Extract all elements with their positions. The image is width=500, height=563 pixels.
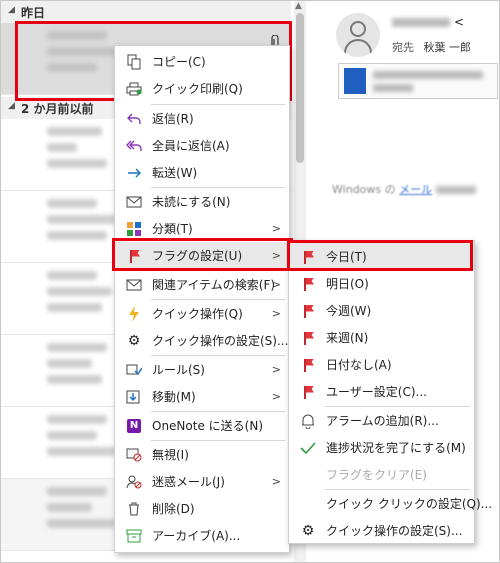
quick-step-icon [125, 305, 143, 323]
submenu-item-quick-steps-settings[interactable]: ⚙ クイック操作の設定(S)... [289, 517, 474, 544]
context-menu: コピー(C) クイック印刷(Q) 返信(R) 全員に返信(A) 転送(W) 未読… [114, 45, 290, 553]
submenu-item-custom[interactable]: ユーザー設定(C)... [289, 378, 474, 405]
group-label: 2 か月前以前 [21, 101, 94, 116]
menu-item-onenote[interactable]: N OneNote に送る(N) [115, 412, 289, 439]
sender: < [392, 15, 464, 29]
outlook-window: ◢ 昨日 ◢ 2 か月前以前 ▲ < 宛先 秋葉 一郎 Windows の メー… [0, 0, 500, 563]
submenu-item-no-date[interactable]: 日付なし(A) [289, 351, 474, 378]
menu-item-forward[interactable]: 転送(W) [115, 159, 289, 186]
flag-icon [299, 329, 317, 347]
chevron-down-icon: ◢ [8, 5, 15, 15]
to-label: 宛先 [392, 41, 414, 54]
chevron-down-icon: ◢ [8, 101, 15, 111]
menu-item-move[interactable]: 移動(M) > [115, 383, 289, 410]
menu-item-reply-all[interactable]: 全員に返信(A) [115, 132, 289, 159]
flag-icon [299, 248, 317, 266]
flag-icon [299, 275, 317, 293]
chevron-right-icon: > [271, 278, 281, 291]
submenu-item-today[interactable]: 今日(T) [289, 243, 474, 270]
reply-icon [125, 110, 143, 128]
menu-item-quick-steps[interactable]: クイック操作(Q) > [115, 300, 289, 327]
message-body: Windows の メール [332, 181, 476, 197]
menu-item-junk[interactable]: 迷惑メール(J) > [115, 468, 289, 495]
sender-suffix: < [454, 15, 465, 29]
image-thumbnail-icon [344, 68, 366, 94]
attachment-card[interactable] [338, 63, 498, 99]
junk-icon [125, 473, 143, 491]
submenu-item-add-reminder[interactable]: アラームの追加(R)... [289, 407, 474, 434]
chevron-right-icon: > [271, 390, 281, 403]
menu-item-reply[interactable]: 返信(R) [115, 105, 289, 132]
mail-icon [125, 193, 143, 211]
submenu-item-quick-click-settings[interactable]: クイック クリックの設定(Q)... [289, 490, 492, 517]
flag-icon [125, 247, 143, 265]
copy-icon [125, 53, 143, 71]
to-name: 秋葉 一郎 [423, 41, 472, 54]
move-icon [125, 388, 143, 406]
chevron-right-icon: > [271, 222, 281, 235]
menu-item-find-related[interactable]: 関連アイテムの検索(F) > [115, 271, 289, 298]
body-link[interactable]: メール [399, 183, 432, 196]
menu-item-mark-unread[interactable]: 未読にする(N) [115, 188, 289, 215]
gear-icon: ⚙ [301, 522, 315, 539]
print-icon [125, 80, 143, 98]
submenu-item-tomorrow[interactable]: 明日(O) [289, 270, 474, 297]
onenote-icon: N [125, 417, 143, 435]
menu-item-quick-print[interactable]: クイック印刷(Q) [115, 75, 289, 102]
flag-submenu: 今日(T) 明日(O) 今週(W) 来週(N) 日付なし(A) ユーザー設定(C… [288, 240, 492, 544]
flag-icon [299, 383, 317, 401]
submenu-item-next-week[interactable]: 来週(N) [289, 324, 474, 351]
forward-icon [125, 164, 143, 182]
recipient-line: 宛先 秋葉 一郎 [392, 39, 471, 55]
gear-icon: ⚙ [127, 332, 141, 349]
chevron-right-icon: > [271, 307, 281, 320]
menu-item-delete[interactable]: 削除(D) [115, 495, 289, 522]
reply-all-icon [125, 137, 143, 155]
body-prefix: Windows の [332, 183, 396, 196]
submenu-item-clear-flag[interactable]: フラグをクリア(E) [289, 461, 474, 488]
menu-item-quick-steps-settings[interactable]: ⚙ クイック操作の設定(S)... [115, 327, 289, 354]
chevron-right-icon: > [271, 249, 281, 262]
rules-icon [125, 361, 143, 379]
flag-icon [299, 302, 317, 320]
delete-icon [125, 500, 143, 518]
checkmark-icon [299, 439, 317, 457]
menu-item-categorize[interactable]: 分類(T) > [115, 215, 289, 242]
submenu-item-mark-complete[interactable]: 進捗状況を完了にする(M) [289, 434, 474, 461]
archive-icon [125, 527, 143, 545]
bell-icon [299, 412, 317, 430]
menu-item-ignore[interactable]: 無視(I) [115, 441, 289, 468]
related-search-icon [125, 276, 143, 294]
chevron-right-icon: > [271, 363, 281, 376]
flag-icon [299, 356, 317, 374]
categorize-icon [125, 220, 143, 238]
group-label: 昨日 [21, 5, 46, 20]
menu-item-flag[interactable]: フラグの設定(U) > [115, 242, 289, 269]
avatar [336, 13, 380, 57]
chevron-right-icon: > [271, 475, 281, 488]
menu-item-copy[interactable]: コピー(C) [115, 48, 289, 75]
menu-item-archive[interactable]: アーカイブ(A)... [115, 522, 289, 549]
ignore-icon [125, 446, 143, 464]
scroll-up-icon[interactable]: ▲ [295, 1, 302, 11]
submenu-item-this-week[interactable]: 今週(W) [289, 297, 474, 324]
scrollbar-thumb[interactable] [296, 13, 304, 163]
group-header-yesterday[interactable]: ◢ 昨日 [1, 1, 291, 23]
menu-item-rules[interactable]: ルール(S) > [115, 356, 289, 383]
